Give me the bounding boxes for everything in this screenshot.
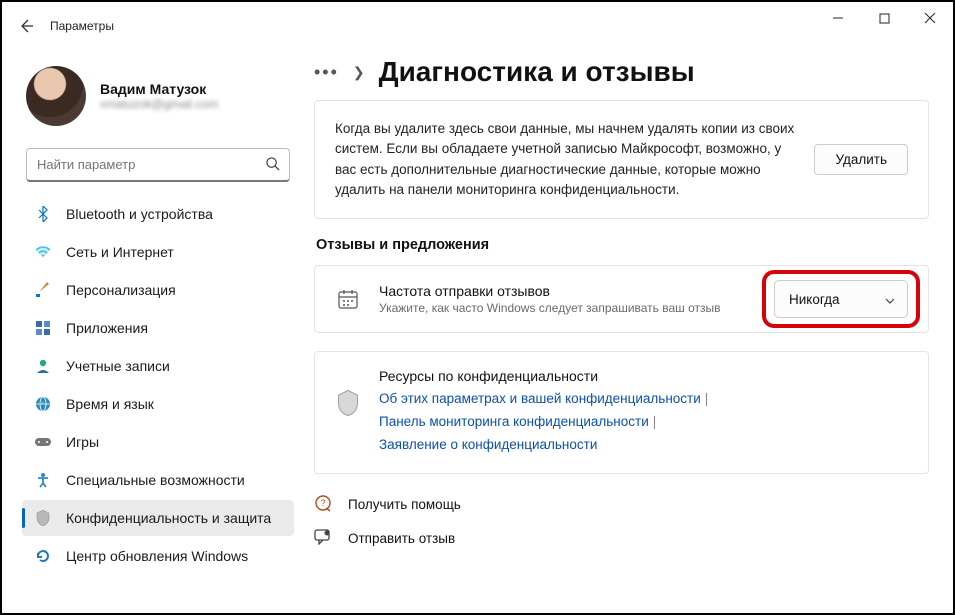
search-input[interactable] (26, 148, 290, 182)
sidebar-item-privacy[interactable]: Конфиденциальность и защита (22, 500, 294, 536)
sidebar-item-label: Сеть и Интернет (66, 244, 174, 260)
sidebar-item-label: Приложения (66, 320, 148, 336)
sidebar-item-label: Игры (66, 434, 99, 450)
app-title: Параметры (50, 19, 114, 33)
sidebar-item-label: Конфиденциальность и защита (66, 510, 271, 526)
bluetooth-icon (34, 205, 52, 223)
frequency-title: Частота отправки отзывов (379, 283, 756, 299)
sidebar-item-personalization[interactable]: Персонализация (22, 272, 294, 308)
brush-icon (34, 281, 52, 299)
sidebar-item-accessibility[interactable]: Специальные возможности (22, 462, 294, 498)
chevron-down-icon (885, 292, 895, 307)
resources-title: Ресурсы по конфиденциальности (379, 368, 712, 384)
shield-icon (335, 390, 361, 416)
sidebar-item-label: Центр обновления Windows (66, 548, 248, 564)
page-title: Диагностика и отзывы (379, 56, 695, 88)
sidebar-item-bluetooth[interactable]: Bluetooth и устройства (22, 196, 294, 232)
privacy-link-about[interactable]: Об этих параметрах и вашей конфиденциаль… (379, 391, 701, 406)
sidebar-item-network[interactable]: Сеть и Интернет (22, 234, 294, 270)
sidebar-item-apps[interactable]: Приложения (22, 310, 294, 346)
sidebar: Вадим Матузок vmatuzok@gmail.com Bluetoo… (2, 50, 302, 613)
sidebar-item-label: Специальные возможности (66, 472, 245, 488)
calendar-icon (335, 288, 361, 310)
sidebar-item-accounts[interactable]: Учетные записи (22, 348, 294, 384)
close-button[interactable] (907, 2, 953, 34)
nav-list: Bluetooth и устройства Сеть и Интернет П… (22, 196, 294, 574)
help-icon: ? (314, 494, 334, 515)
back-button[interactable] (6, 6, 46, 46)
help-links: ? Получить помощь Отправить отзыв (314, 494, 929, 548)
get-help-link[interactable]: ? Получить помощь (314, 494, 929, 515)
sidebar-item-windows-update[interactable]: Центр обновления Windows (22, 538, 294, 574)
wifi-icon (34, 243, 52, 261)
sidebar-item-label: Время и язык (66, 396, 154, 412)
profile-name: Вадим Матузок (100, 81, 218, 97)
delete-data-card: Когда вы удалите здесь свои данные, мы н… (314, 100, 929, 219)
breadcrumb-more-icon[interactable]: ••• (314, 62, 339, 83)
feedback-section-title: Отзывы и предложения (316, 237, 929, 253)
feedback-frequency-card: Частота отправки отзывов Укажите, как ча… (314, 265, 929, 333)
highlight-annotation: Никогда (762, 270, 920, 328)
window-controls (815, 2, 953, 34)
gamepad-icon (34, 433, 52, 451)
globe-icon (34, 395, 52, 413)
privacy-link-dashboard[interactable]: Панель мониторинга конфиденциальности (379, 414, 649, 429)
account-icon (34, 357, 52, 375)
give-feedback-link[interactable]: Отправить отзыв (314, 529, 929, 548)
avatar (26, 66, 86, 126)
get-help-label: Получить помощь (348, 497, 461, 512)
privacy-resources-card: Ресурсы по конфиденциальности Об этих па… (314, 351, 929, 474)
profile-block[interactable]: Вадим Матузок vmatuzok@gmail.com (22, 58, 294, 144)
delete-button[interactable]: Удалить (814, 144, 908, 175)
svg-text:?: ? (320, 498, 325, 508)
shield-icon (34, 509, 52, 527)
titlebar: Параметры (2, 2, 953, 50)
apps-icon (34, 319, 52, 337)
sidebar-item-label: Bluetooth и устройства (66, 206, 213, 222)
frequency-subtitle: Укажите, как часто Windows следует запра… (379, 301, 756, 315)
sidebar-item-label: Персонализация (66, 282, 176, 298)
sidebar-item-gaming[interactable]: Игры (22, 424, 294, 460)
frequency-dropdown[interactable]: Никогда (774, 280, 908, 318)
accessibility-icon (34, 471, 52, 489)
main-content: ••• ❯ Диагностика и отзывы Когда вы удал… (302, 50, 953, 613)
dropdown-value: Никогда (789, 292, 840, 307)
search-box (26, 148, 290, 182)
update-icon (34, 547, 52, 565)
maximize-button[interactable] (861, 2, 907, 34)
minimize-button[interactable] (815, 2, 861, 34)
search-icon (265, 156, 280, 174)
privacy-link-statement[interactable]: Заявление о конфиденциальности (379, 437, 597, 452)
feedback-icon (314, 529, 334, 548)
breadcrumb: ••• ❯ Диагностика и отзывы (314, 56, 929, 88)
chevron-right-icon: ❯ (353, 64, 365, 81)
sidebar-item-time-language[interactable]: Время и язык (22, 386, 294, 422)
give-feedback-label: Отправить отзыв (348, 531, 455, 546)
delete-data-text: Когда вы удалите здесь свои данные, мы н… (335, 119, 794, 200)
profile-email: vmatuzok@gmail.com (100, 97, 218, 111)
sidebar-item-label: Учетные записи (66, 358, 170, 374)
